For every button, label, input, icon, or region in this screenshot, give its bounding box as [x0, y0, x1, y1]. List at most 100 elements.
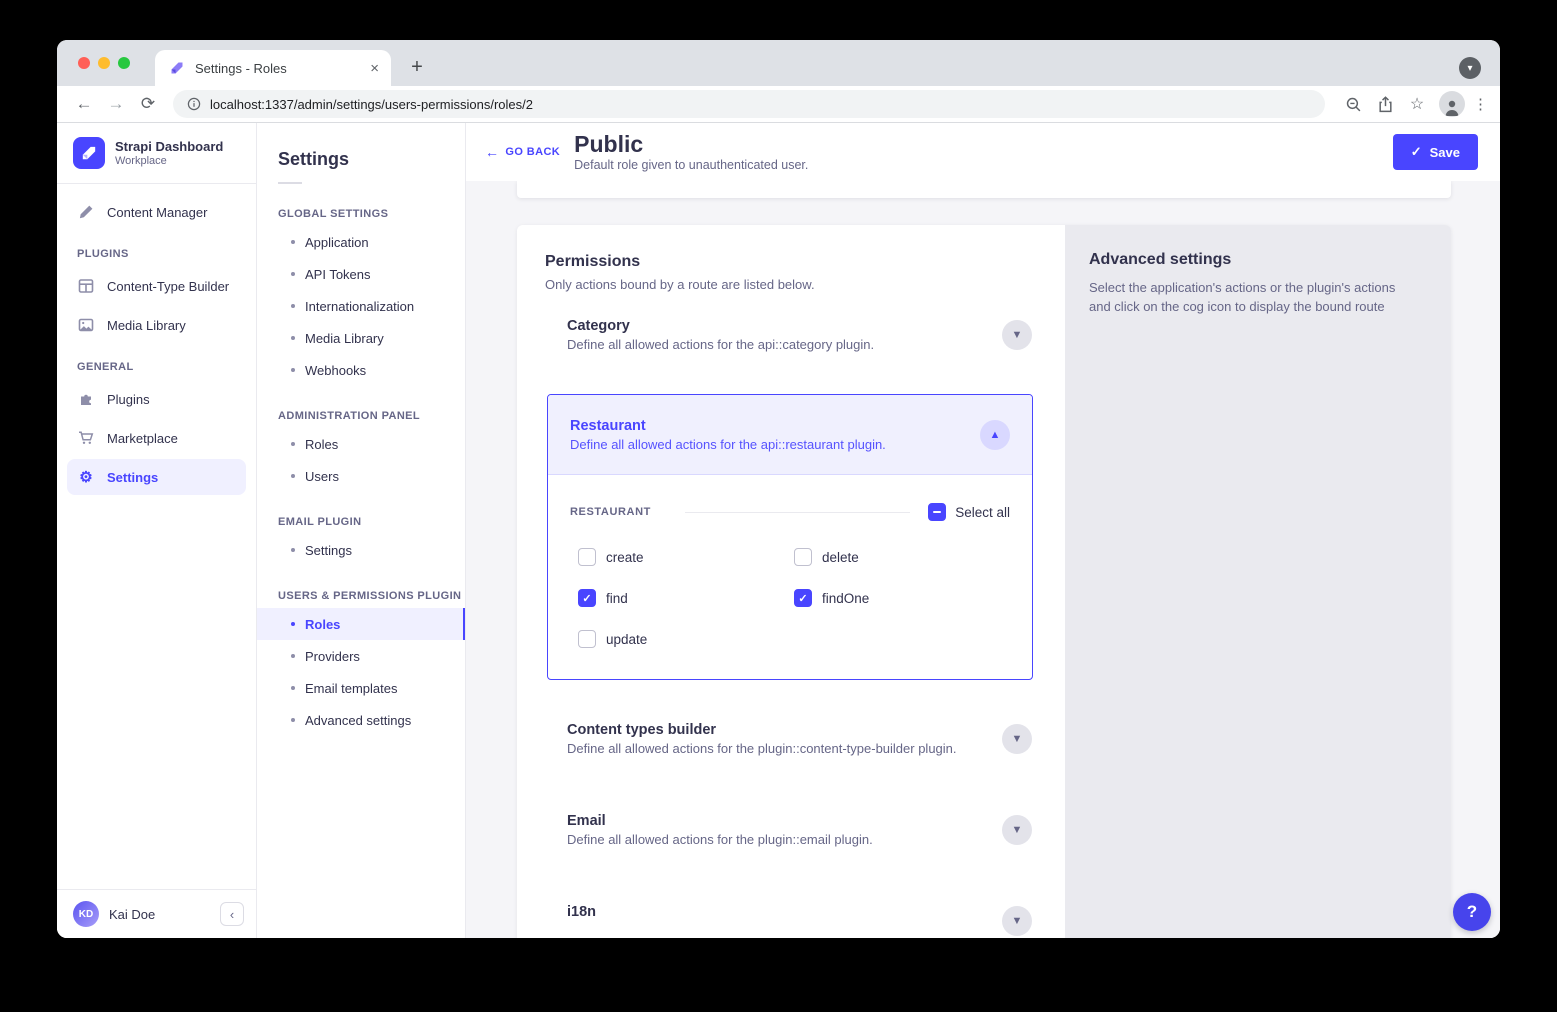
tab-search-button[interactable]: ▾ [1459, 57, 1481, 79]
subnav-item-admin-roles[interactable]: Roles [257, 428, 465, 460]
subnav-item-application[interactable]: Application [257, 226, 465, 258]
subnav-item-media-library[interactable]: Media Library [257, 322, 465, 354]
advanced-settings-title: Advanced settings [1089, 251, 1427, 269]
sidebar-nav: Content Manager PLUGINS Content-Type Bui… [57, 184, 256, 889]
back-button[interactable]: ← [71, 91, 97, 117]
browser-tab-strip: Settings - Roles × + ▾ [57, 40, 1500, 86]
accordion-description: Define all allowed actions for the plugi… [567, 832, 992, 847]
close-tab-icon[interactable]: × [370, 61, 379, 76]
accordion-description: Define all allowed actions for the api::… [570, 437, 980, 452]
accordion-category[interactable]: Category Define all allowed actions for … [545, 318, 1037, 352]
chevron-down-icon[interactable]: ▼ [1002, 906, 1032, 936]
check-icon: ✓ [1411, 144, 1422, 160]
group-divider [685, 512, 910, 513]
select-all-checkbox[interactable] [928, 503, 946, 521]
subnav-section-users-permissions-plugin: USERS & PERMISSIONS PLUGIN [278, 590, 465, 602]
sidebar-item-plugins[interactable]: Plugins [67, 381, 246, 417]
chevron-down-icon[interactable]: ▼ [1002, 815, 1032, 845]
subnav-item-providers[interactable]: Providers [257, 640, 465, 672]
action-find[interactable]: find [578, 588, 794, 608]
chevron-up-icon[interactable]: ▲ [980, 420, 1010, 450]
permissions-section: Permissions Only actions bound by a rout… [517, 225, 1065, 938]
accordion-restaurant-header[interactable]: Restaurant Define all allowed actions fo… [548, 395, 1032, 475]
collapse-sidebar-button[interactable]: ‹ [220, 902, 244, 926]
browser-tab[interactable]: Settings - Roles × [155, 50, 391, 86]
action-delete[interactable]: delete [794, 547, 1010, 567]
action-create[interactable]: create [578, 547, 794, 567]
permissions-title: Permissions [545, 253, 1037, 271]
arrow-left-icon: ← [485, 144, 499, 160]
chevron-down-icon[interactable]: ▼ [1002, 320, 1032, 350]
sidebar-section-general: GENERAL [77, 361, 246, 373]
sidebar-item-content-manager[interactable]: Content Manager [67, 194, 246, 230]
browser-menu-icon[interactable]: ⋮ [1473, 95, 1488, 113]
sidebar-item-label: Content-Type Builder [107, 279, 229, 294]
accordion-title: Restaurant [570, 418, 980, 434]
subnav-item-api-tokens[interactable]: API Tokens [257, 258, 465, 290]
site-info-icon[interactable] [187, 97, 201, 111]
subnav-title: Settings [278, 149, 465, 170]
subnav-item-email-templates[interactable]: Email templates [257, 672, 465, 704]
main-sidebar: Strapi Dashboard Workplace Content Manag… [57, 123, 257, 938]
bullet-icon [291, 686, 295, 690]
reload-button[interactable]: ⟳ [135, 91, 161, 117]
sidebar-item-marketplace[interactable]: Marketplace [67, 420, 246, 456]
checkbox-delete[interactable] [794, 548, 812, 566]
strapi-favicon [169, 60, 185, 76]
zoom-out-icon[interactable] [1339, 90, 1367, 118]
subnav-item-internationalization[interactable]: Internationalization [257, 290, 465, 322]
address-bar[interactable]: localhost:1337/admin/settings/users-perm… [173, 90, 1325, 118]
bullet-icon [291, 368, 295, 372]
accordion-content-types-builder[interactable]: Content types builder Define all allowed… [545, 722, 1037, 756]
action-update[interactable]: update [578, 629, 794, 649]
bookmark-star-icon[interactable]: ☆ [1403, 90, 1431, 118]
subnav-item-advanced-settings[interactable]: Advanced settings [257, 704, 465, 736]
checkbox-create[interactable] [578, 548, 596, 566]
minimize-window-button[interactable] [98, 57, 110, 69]
subnav-item-email-settings[interactable]: Settings [257, 534, 465, 566]
new-tab-button[interactable]: + [403, 53, 431, 81]
accordion-email[interactable]: Email Define all allowed actions for the… [545, 813, 1037, 847]
puzzle-icon [77, 390, 95, 408]
window-controls [78, 57, 130, 69]
accordion-description: Define all allowed actions for the api::… [567, 337, 992, 352]
permissions-panel: Permissions Only actions bound by a rout… [517, 225, 1451, 938]
chevron-down-icon[interactable]: ▼ [1002, 724, 1032, 754]
accordion-title: Content types builder [567, 722, 992, 738]
browser-profile-avatar[interactable] [1439, 91, 1465, 117]
layout-icon [77, 277, 95, 295]
permissions-subtitle: Only actions bound by a route are listed… [545, 277, 1037, 292]
workspace-title: Strapi Dashboard [115, 139, 223, 155]
forward-button[interactable]: → [103, 91, 129, 117]
strapi-logo-icon [73, 137, 105, 169]
subnav-item-up-roles[interactable]: Roles [257, 608, 465, 640]
sidebar-item-content-type-builder[interactable]: Content-Type Builder [67, 268, 246, 304]
sidebar-item-settings[interactable]: ⚙ Settings [67, 459, 246, 495]
browser-toolbar: ← → ⟳ localhost:1337/admin/settings/user… [57, 86, 1500, 123]
sidebar-item-label: Content Manager [107, 205, 207, 220]
close-window-button[interactable] [78, 57, 90, 69]
select-all-control[interactable]: Select all [928, 503, 1010, 521]
share-icon[interactable] [1371, 90, 1399, 118]
help-button[interactable]: ? [1453, 893, 1491, 931]
action-findone[interactable]: findOne [794, 588, 1010, 608]
tab-title: Settings - Roles [195, 61, 370, 76]
workspace-brand[interactable]: Strapi Dashboard Workplace [57, 123, 256, 184]
subnav-item-webhooks[interactable]: Webhooks [257, 354, 465, 386]
user-avatar[interactable]: KD [73, 901, 99, 927]
sidebar-item-media-library[interactable]: Media Library [67, 307, 246, 343]
url-text: localhost:1337/admin/settings/users-perm… [210, 97, 533, 112]
subnav-item-admin-users[interactable]: Users [257, 460, 465, 492]
checkbox-find[interactable] [578, 589, 596, 607]
accordion-i18n[interactable]: i18n ▼ [545, 904, 1037, 936]
go-back-link[interactable]: ←GO BACK [485, 144, 560, 160]
select-all-label: Select all [955, 505, 1010, 520]
bullet-icon [291, 336, 295, 340]
zoom-window-button[interactable] [118, 57, 130, 69]
save-button[interactable]: ✓Save [1393, 134, 1478, 170]
settings-subnav: Settings GLOBAL SETTINGS Application API… [257, 123, 466, 938]
page-header: ←GO BACK Public Default role given to un… [466, 123, 1500, 181]
checkbox-findone[interactable] [794, 589, 812, 607]
checkbox-update[interactable] [578, 630, 596, 648]
page-subtitle: Default role given to unauthenticated us… [574, 158, 808, 172]
